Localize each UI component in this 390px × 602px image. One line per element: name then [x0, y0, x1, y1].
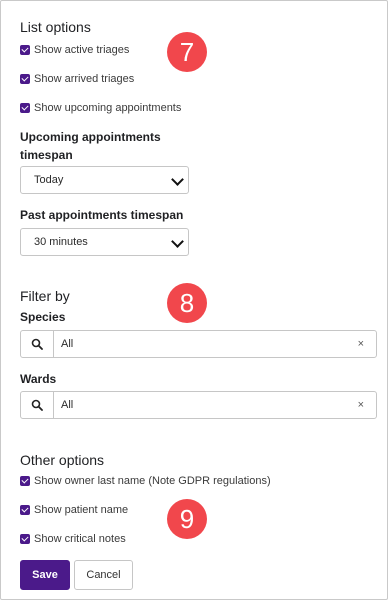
- search-icon: [21, 392, 54, 418]
- checkbox-show-arrived-triages[interactable]: Show arrived triages: [20, 71, 134, 87]
- species-filter[interactable]: All ×: [20, 330, 377, 358]
- upcoming-timespan-value: Today: [34, 174, 64, 186]
- checkbox-checked-icon[interactable]: [20, 74, 30, 84]
- checkbox-checked-icon[interactable]: [20, 45, 30, 55]
- checkbox-show-owner-last-name[interactable]: Show owner last name (Note GDPR regulati…: [20, 473, 271, 489]
- chevron-down-icon: [171, 235, 184, 248]
- checkbox-checked-icon[interactable]: [20, 103, 30, 113]
- checkbox-checked-icon[interactable]: [20, 534, 30, 544]
- checkbox-show-critical-notes[interactable]: Show critical notes: [20, 531, 126, 547]
- checkbox-show-patient-name[interactable]: Show patient name: [20, 502, 128, 518]
- wards-label: Wards: [20, 372, 57, 386]
- save-button[interactable]: Save: [20, 560, 70, 590]
- checkbox-label: Show patient name: [34, 504, 129, 516]
- clear-icon[interactable]: ×: [358, 399, 376, 411]
- checkbox-label: Show owner last name (Note GDPR regulati…: [34, 475, 271, 487]
- past-timespan-label: Past appointments timespan: [20, 208, 184, 222]
- checkbox-label: Show arrived triages: [34, 73, 135, 85]
- filter-by-heading: Filter by: [20, 288, 70, 304]
- checkbox-label: Show active triages: [34, 44, 130, 56]
- species-value[interactable]: All: [54, 338, 358, 350]
- clear-icon[interactable]: ×: [358, 338, 376, 350]
- checkbox-label: Show critical notes: [34, 533, 126, 545]
- checkbox-checked-icon[interactable]: [20, 476, 30, 486]
- settings-panel: List options Show active triages Show ar…: [0, 0, 388, 600]
- cancel-button[interactable]: Cancel: [74, 560, 133, 590]
- past-timespan-select[interactable]: 30 minutes: [20, 228, 189, 256]
- upcoming-timespan-select[interactable]: Today: [20, 166, 189, 194]
- checkbox-show-active-triages[interactable]: Show active triages: [20, 42, 129, 58]
- checkbox-label: Show upcoming appointments: [34, 102, 182, 114]
- annotation-badge-8: 8: [167, 283, 207, 323]
- search-icon: [21, 331, 54, 357]
- annotation-badge-9: 9: [167, 499, 207, 539]
- upcoming-timespan-label: Upcoming appointments timespan: [20, 130, 161, 162]
- list-options-heading: List options: [20, 19, 91, 35]
- chevron-down-icon: [171, 173, 184, 186]
- checkbox-show-upcoming-appointments[interactable]: Show upcoming appointments: [20, 100, 181, 116]
- wards-value[interactable]: All: [54, 399, 358, 411]
- past-timespan-value: 30 minutes: [34, 236, 88, 248]
- wards-filter[interactable]: All ×: [20, 391, 377, 419]
- checkbox-checked-icon[interactable]: [20, 505, 30, 515]
- annotation-badge-7: 7: [167, 32, 207, 72]
- species-label: Species: [20, 310, 66, 324]
- other-options-heading: Other options: [20, 452, 105, 468]
